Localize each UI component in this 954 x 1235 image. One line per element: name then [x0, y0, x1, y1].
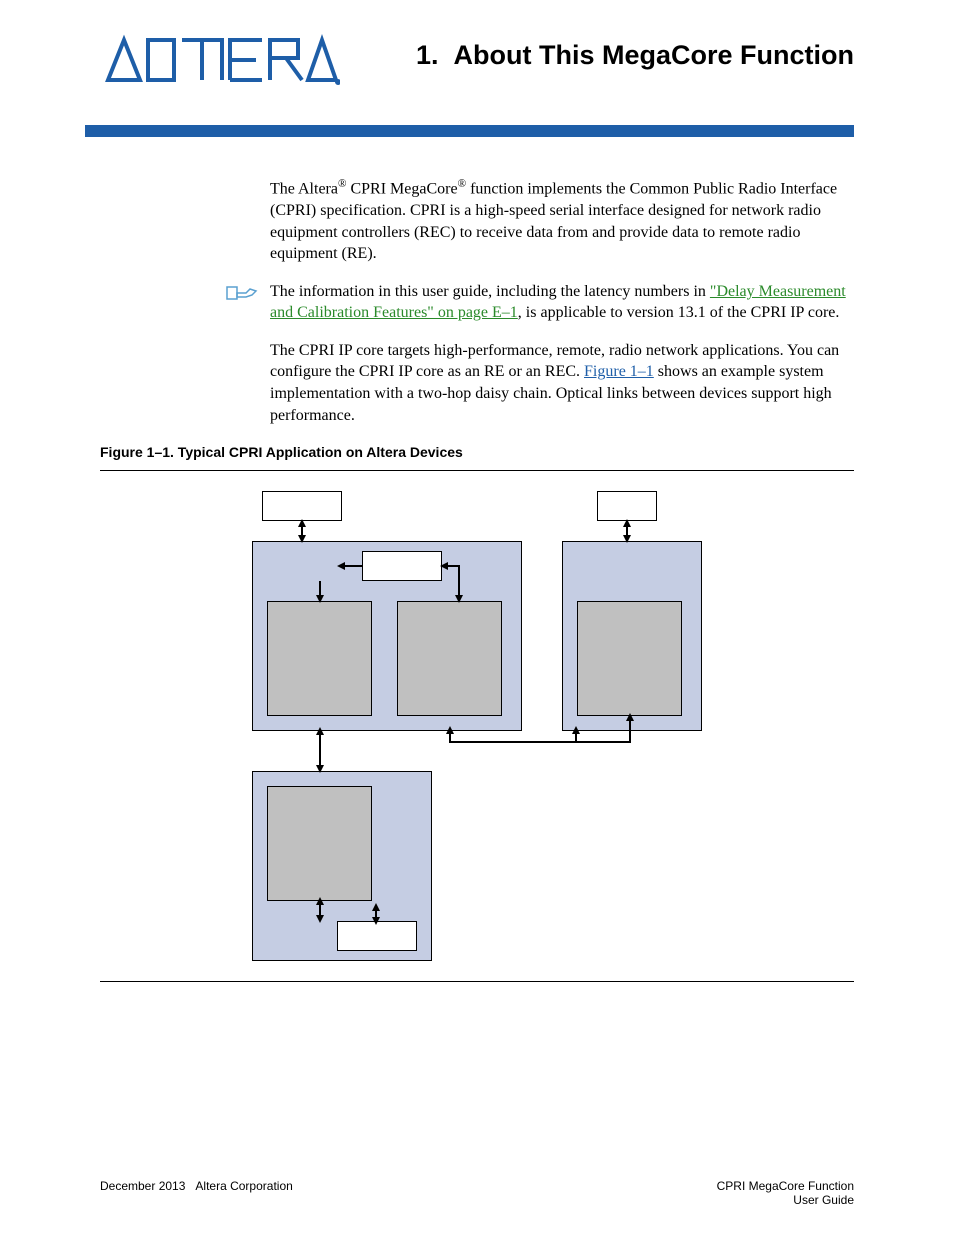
altera-logo: [100, 30, 340, 90]
diagram-box: [597, 491, 657, 521]
page-header: 1. About This MegaCore Function: [0, 0, 954, 90]
diagram-box: [397, 601, 502, 716]
note-block: The information in this user guide, incl…: [100, 281, 854, 324]
target-paragraph: The CPRI IP core targets high-performanc…: [270, 340, 854, 426]
diagram-box: [262, 491, 342, 521]
diagram-box: [362, 551, 442, 581]
note-hand-icon: [100, 281, 270, 324]
diagram-box: [337, 921, 417, 951]
note-text: The information in this user guide, incl…: [270, 281, 854, 324]
body-content: The Altera® CPRI MegaCore® function impl…: [0, 137, 954, 982]
intro-paragraph: The Altera® CPRI MegaCore® function impl…: [270, 177, 854, 265]
diagram-box: [267, 601, 372, 716]
footer-right: CPRI MegaCore FunctionUser Guide: [717, 1179, 854, 1207]
diagram-box: [267, 786, 372, 901]
figure-caption: Figure 1–1. Typical CPRI Application on …: [100, 444, 854, 460]
diagram-box: [577, 601, 682, 716]
link-figure-1-1[interactable]: Figure 1–1: [584, 363, 654, 380]
page-footer: December 2013 Altera Corporation CPRI Me…: [100, 1179, 854, 1207]
chapter-title: 1. About This MegaCore Function: [416, 30, 854, 71]
diagram-canvas: [242, 491, 712, 961]
header-rule: [85, 125, 854, 137]
figure-1-1: [100, 470, 854, 982]
footer-left: December 2013 Altera Corporation: [100, 1179, 293, 1207]
